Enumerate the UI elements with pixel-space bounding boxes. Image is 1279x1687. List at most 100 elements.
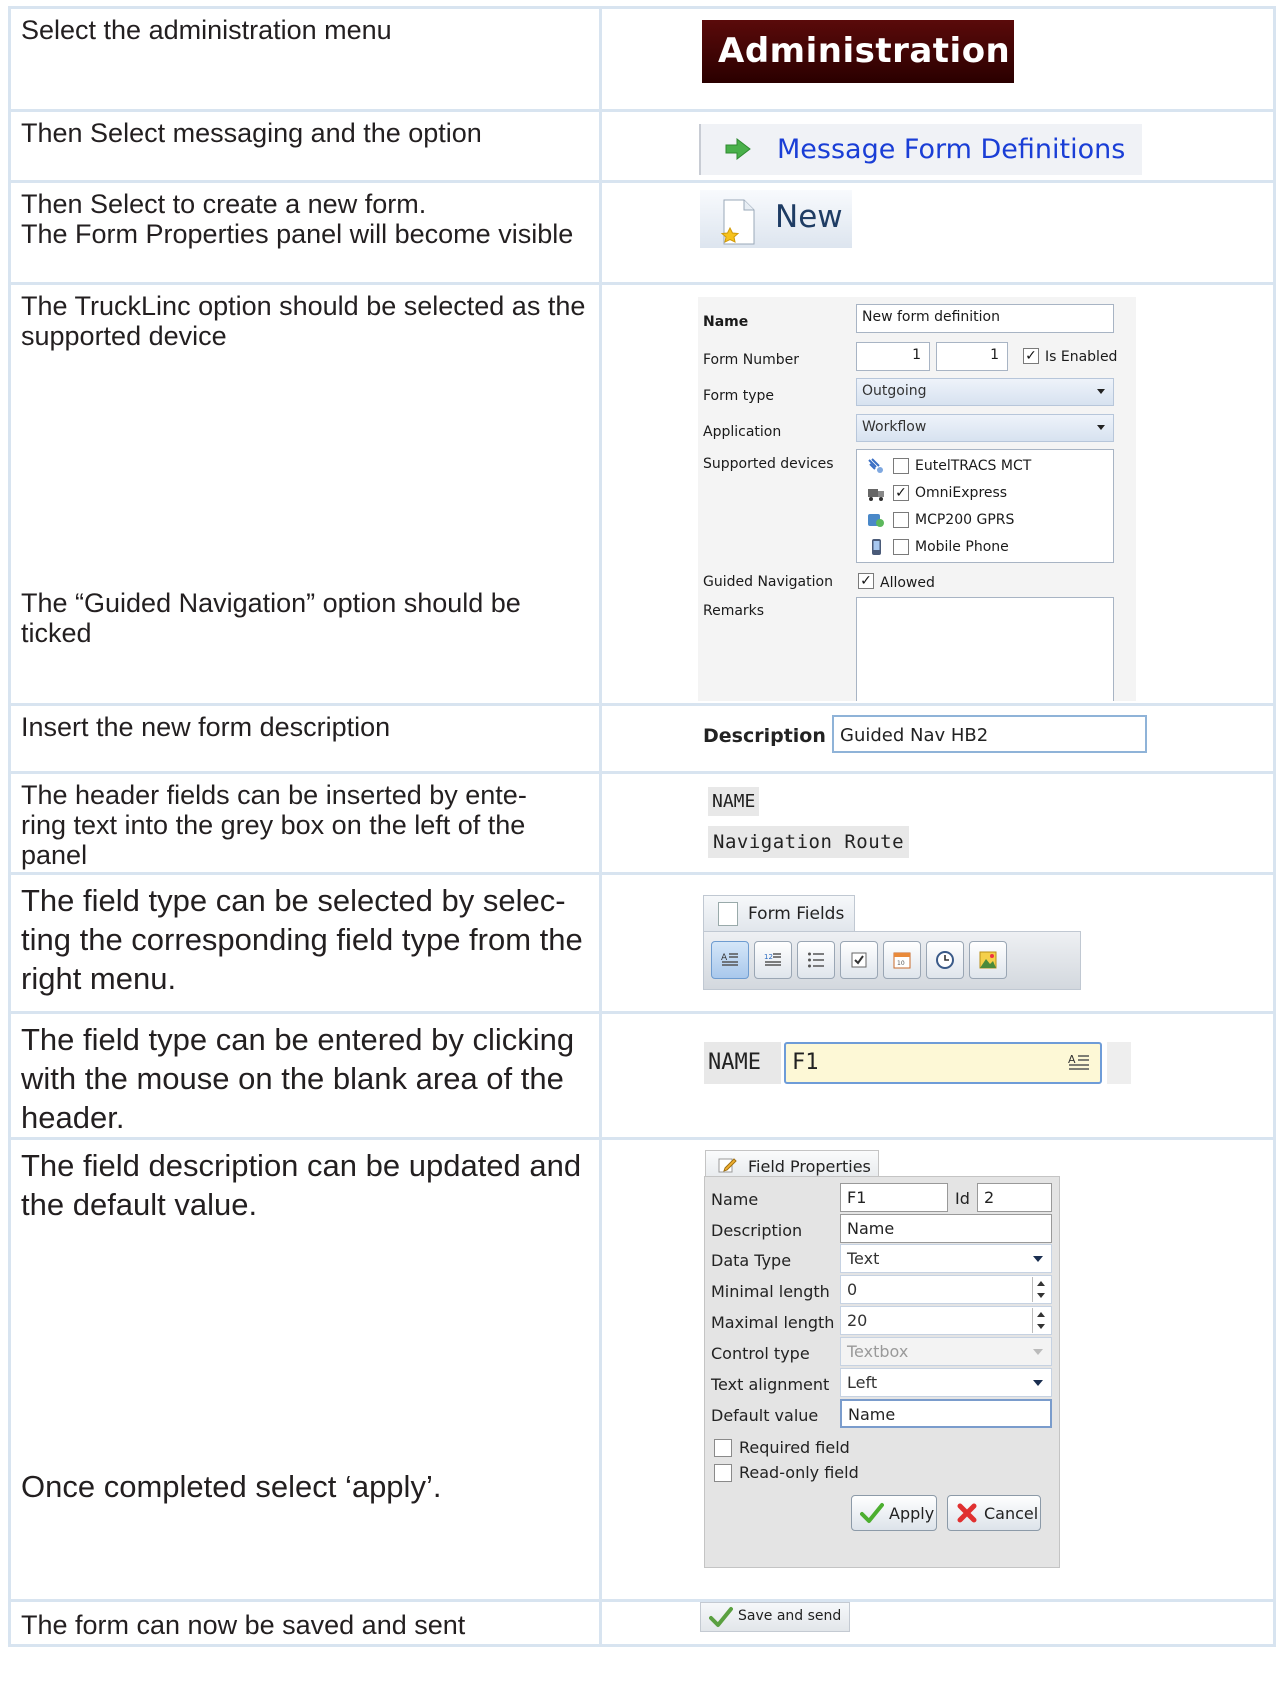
device-checkbox[interactable]: ✓ — [893, 485, 909, 501]
field-type-input[interactable]: F1 A — [784, 1042, 1102, 1084]
header-blank-area[interactable] — [1107, 1042, 1131, 1084]
default-value-input[interactable]: Name — [840, 1399, 1052, 1428]
guided-navigation-checkbox[interactable]: ✓ — [858, 573, 874, 589]
supported-devices-list: EutelTRACS MCT ✓ OmniExpress MCP200 GPRS… — [856, 449, 1114, 563]
field-description-input[interactable]: Name — [840, 1214, 1052, 1243]
instruction-table: Select the administration menu Administr… — [8, 6, 1276, 1647]
remarks-label: Remarks — [703, 603, 765, 619]
chevron-down-icon — [1097, 425, 1105, 430]
message-form-definitions-item[interactable]: Message Form Definitions — [699, 124, 1142, 175]
image-field-button[interactable] — [969, 941, 1007, 979]
time-field-button[interactable] — [926, 941, 964, 979]
form-type-select[interactable]: Outgoing — [856, 378, 1114, 406]
checkbox-field-icon — [851, 952, 867, 968]
numeric-field-icon: 12 — [764, 953, 781, 966]
max-length-stepper[interactable]: 20 — [840, 1306, 1052, 1335]
satellite-icon — [868, 458, 883, 473]
close-icon — [957, 1503, 977, 1523]
form-fields-tab-label: Form Fields — [748, 904, 845, 924]
step-image-cell: Description Guided Nav HB2 — [599, 703, 1276, 774]
application-select[interactable]: Workflow — [856, 414, 1114, 442]
device-item[interactable]: ✓ OmniExpress — [867, 483, 1107, 505]
step-image-cell: NAME Navigation Route — [599, 771, 1276, 875]
guided-navigation-label: Guided Navigation — [703, 574, 833, 590]
field-name-input[interactable]: F1 — [840, 1183, 948, 1212]
step-image-cell: Administration — [599, 6, 1276, 112]
application-value: Workflow — [862, 419, 927, 435]
chevron-down-icon — [1033, 1256, 1043, 1262]
step-image-cell: Message Form Definitions — [599, 109, 1276, 183]
apply-button[interactable]: Apply — [851, 1495, 937, 1531]
spinner-icon[interactable] — [1032, 1308, 1050, 1333]
date-field-button[interactable]: 10 — [883, 941, 921, 979]
chevron-down-icon — [1097, 389, 1105, 394]
device-item[interactable]: MCP200 GPRS — [867, 510, 1107, 532]
field-id-input[interactable]: 2 — [977, 1183, 1052, 1212]
device-item[interactable]: Mobile Phone — [867, 537, 1107, 559]
step-instruction: Insert the new form description — [21, 712, 391, 742]
data-type-select[interactable]: Text — [840, 1244, 1052, 1273]
device-item[interactable]: EutelTRACS MCT — [867, 456, 1107, 478]
application-label: Application — [703, 424, 782, 440]
save-and-send-button[interactable]: Save and send — [700, 1602, 850, 1632]
min-length-label: Minimal length — [711, 1282, 830, 1301]
default-value-label: Default value — [711, 1406, 819, 1425]
form-number-input-1[interactable]: 1 — [856, 342, 930, 371]
checkbox-field-button[interactable] — [840, 941, 878, 979]
form-name-input[interactable]: New form definition — [856, 304, 1114, 333]
text-alignment-select[interactable]: Left — [840, 1368, 1052, 1397]
device-checkbox[interactable] — [893, 458, 909, 474]
cancel-button[interactable]: Cancel — [947, 1495, 1041, 1531]
image-field-icon — [979, 951, 997, 969]
form-fields-tab[interactable]: Form Fields — [703, 895, 855, 931]
step-cell: The field type can be entered by clickin… — [8, 1011, 602, 1140]
data-type-value: Text — [847, 1249, 880, 1268]
device-name: MCP200 GPRS — [915, 512, 1015, 528]
min-length-stepper[interactable]: 0 — [840, 1275, 1052, 1304]
numeric-field-button[interactable]: 12 — [754, 941, 792, 979]
step-instruction: The field description can be updated and… — [21, 1148, 582, 1222]
form-fields-toolbar: A 12 10 — [703, 931, 1081, 990]
new-button[interactable]: New — [700, 190, 852, 248]
step-cell: The field description can be updated and… — [8, 1137, 602, 1602]
new-document-icon — [720, 199, 755, 245]
step-instruction-secondary: The “Guided Navigation” option should be… — [21, 588, 521, 648]
form-number-input-2[interactable]: 1 — [936, 342, 1008, 371]
device-checkbox[interactable] — [893, 539, 909, 555]
step-cell: The header fields can be inserted by ent… — [8, 771, 602, 875]
step-instruction: The TruckLinc option should be selected … — [21, 291, 586, 351]
device-checkbox[interactable] — [893, 512, 909, 528]
checkmark-icon — [860, 1503, 884, 1523]
step-image-cell: Form Fields A 12 10 — [599, 872, 1276, 1014]
chevron-down-icon — [1033, 1380, 1043, 1386]
administration-menu[interactable]: Administration — [702, 20, 1014, 83]
header-field-label[interactable]: NAME — [704, 1042, 781, 1084]
cancel-button-label: Cancel — [984, 1504, 1039, 1523]
description-input[interactable]: Guided Nav HB2 — [832, 715, 1147, 753]
header-field-navigation-route[interactable]: Navigation Route — [708, 826, 910, 858]
is-enabled-checkbox[interactable]: ✓ — [1023, 348, 1039, 364]
step-cell: The form can now be saved and sent — [8, 1599, 602, 1647]
text-field-icon: A — [721, 953, 738, 966]
text-field-button[interactable]: A — [711, 941, 749, 979]
read-only-field-checkbox[interactable] — [714, 1464, 732, 1482]
required-field-checkbox[interactable] — [714, 1439, 732, 1457]
field-description-label: Description — [711, 1221, 803, 1240]
spinner-icon[interactable] — [1032, 1277, 1050, 1302]
guided-navigation-value: Allowed — [880, 575, 935, 591]
device-name: OmniExpress — [915, 485, 1008, 501]
mobile-phone-icon — [872, 539, 881, 555]
message-form-definitions-label: Message Form Definitions — [777, 134, 1126, 165]
read-only-field-label: Read-only field — [739, 1463, 859, 1482]
step-instruction-secondary: Once completed select ‘apply’. — [21, 1469, 442, 1504]
header-field-name[interactable]: NAME — [708, 787, 760, 816]
step-instruction: The form can now be saved and sent — [21, 1610, 466, 1640]
text-alignment-value: Left — [847, 1373, 878, 1392]
form-number-label: Form Number — [703, 352, 799, 368]
text-field-icon: A — [1068, 1053, 1089, 1070]
remarks-textarea[interactable] — [856, 597, 1114, 701]
control-type-label: Control type — [711, 1344, 810, 1363]
list-field-button[interactable] — [797, 941, 835, 979]
step-instruction: Then Select messaging and the option — [21, 118, 482, 148]
device-name: EutelTRACS MCT — [915, 458, 1032, 474]
